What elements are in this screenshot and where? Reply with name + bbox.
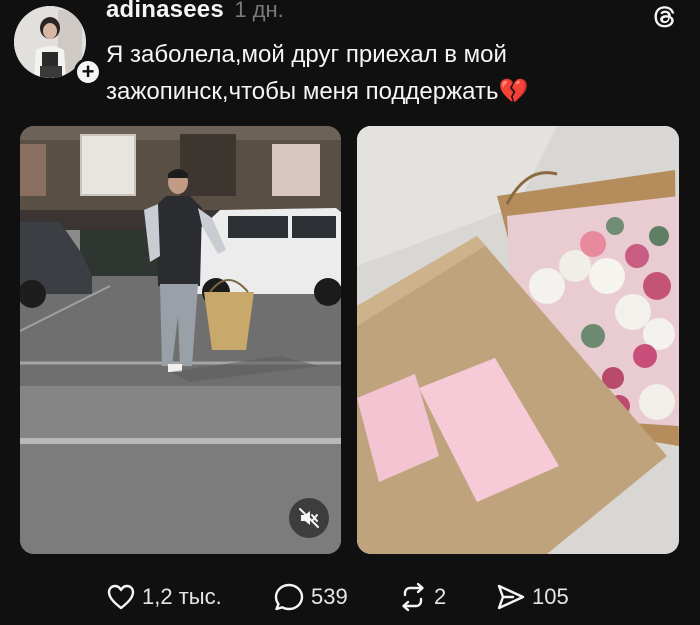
media-photo[interactable] [357,126,679,554]
caption-text: Я заболела,мой друг приехал в мой зажопи… [106,41,507,105]
plus-icon: + [81,59,95,84]
speaker-muted-icon [299,508,319,528]
repost-button[interactable]: 2 [398,582,446,612]
video-frame [20,126,341,554]
post-caption: Я заболела,мой друг приехал в мой зажопи… [106,36,666,110]
reply-count: 539 [311,584,348,609]
repost-count: 2 [434,584,447,609]
username-link[interactable]: adinasees [106,0,224,23]
share-count: 105 [532,584,569,609]
avatar-container: + [14,6,102,86]
like-count: 1,2 тыс. [142,584,222,609]
like-button[interactable]: 1,2 тыс. [106,582,222,612]
media-video[interactable] [20,126,341,554]
mute-toggle-button[interactable] [289,498,329,538]
threads-logo-icon [652,4,678,30]
photo-frame [357,126,679,554]
share-icon [497,584,525,610]
broken-heart-emoji: 💔 [498,78,529,105]
heart-icon [107,584,135,610]
share-button[interactable]: 105 [496,582,569,612]
repost-icon [402,582,424,612]
action-bar: 1,2 тыс. 539 2 105 [0,582,700,612]
post-header: adinasees 1 дн. [106,0,284,24]
comment-icon [274,583,304,611]
follow-plus-button[interactable]: + [74,58,102,86]
post-time: 1 дн. [234,0,284,22]
reply-button[interactable]: 539 [273,582,348,612]
